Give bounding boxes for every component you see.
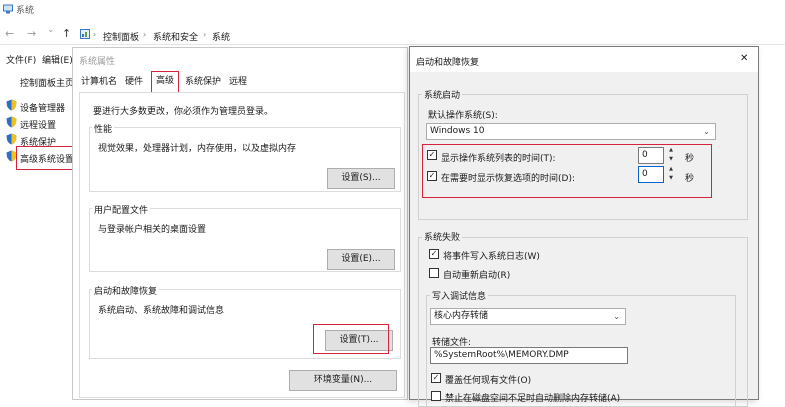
highlight-box bbox=[422, 144, 712, 198]
tab-remote[interactable]: 远程 bbox=[225, 73, 251, 93]
performance-legend: 性能 bbox=[92, 122, 115, 135]
performance-settings-button[interactable]: 设置(S)... bbox=[327, 168, 395, 189]
breadcrumb-separator-icon: › bbox=[203, 30, 207, 39]
window-title: 系统 bbox=[16, 6, 35, 16]
default-os-value: Windows 10 bbox=[430, 126, 485, 136]
overwrite-checkbox[interactable]: ✓ bbox=[431, 373, 441, 383]
debug-info-legend: 写入调试信息 bbox=[430, 289, 489, 302]
default-os-select[interactable]: Windows 10 ⌄ bbox=[426, 123, 716, 140]
chevron-down-icon: ⌄ bbox=[703, 127, 710, 136]
user-profiles-settings-button[interactable]: 设置(E)... bbox=[327, 249, 395, 270]
tab-system-protection[interactable]: 系统保护 bbox=[181, 73, 225, 93]
admin-note: 要进行大多数更改，你必须作为管理员登录。 bbox=[93, 107, 274, 117]
disable-auto-delete-label: 禁止在磁盘空间不足时自动删除内存转储(A) bbox=[445, 394, 621, 404]
sidebar-item-remote-settings[interactable]: 远程设置 bbox=[20, 118, 56, 131]
startup-recovery-desc: 系统启动、系统故障和调试信息 bbox=[98, 306, 225, 316]
highlight-box bbox=[16, 146, 76, 170]
shield-icon bbox=[6, 116, 17, 128]
tab-hardware[interactable]: 硬件 bbox=[119, 73, 149, 93]
chevron-down-icon: ⌄ bbox=[613, 312, 620, 321]
breadcrumb-system[interactable]: 系统 bbox=[212, 30, 230, 43]
default-os-label: 默认操作系统(S): bbox=[428, 111, 498, 121]
overwrite-label: 覆盖任何现有文件(O) bbox=[445, 376, 532, 386]
system-startup-legend: 系统启动 bbox=[422, 88, 463, 101]
auto-restart-checkbox[interactable] bbox=[429, 268, 439, 278]
user-profiles-desc: 与登录帐户相关的桌面设置 bbox=[98, 225, 207, 235]
system-properties-dialog: 系统属性 计算机名 硬件 高级 系统保护 远程 要进行大多数更改，你必须作为管理… bbox=[72, 47, 408, 400]
system-failure-legend: 系统失败 bbox=[422, 230, 463, 243]
menu-edit[interactable]: 编辑(E) bbox=[42, 53, 73, 66]
menu-file[interactable]: 文件(F) bbox=[6, 53, 36, 66]
recent-locations-dropdown[interactable]: ⌄ bbox=[47, 25, 55, 35]
breadcrumb-control-panel[interactable]: 控制面板 bbox=[103, 30, 139, 43]
dump-type-value: 核心内存转储 bbox=[434, 311, 489, 321]
shield-icon bbox=[6, 133, 17, 145]
dialog-title: 启动和故障恢复 bbox=[416, 58, 480, 68]
highlight-box bbox=[313, 324, 389, 354]
sidebar-home-link[interactable]: 控制面板主页 bbox=[20, 76, 74, 89]
back-button[interactable]: ← bbox=[5, 27, 14, 40]
dump-type-select[interactable]: 核心内存转储 ⌄ bbox=[430, 308, 626, 325]
tab-advanced[interactable]: 高级 bbox=[151, 71, 179, 93]
auto-restart-label: 自动重新启动(R) bbox=[443, 271, 511, 281]
tab-computer-name[interactable]: 计算机名 bbox=[79, 73, 119, 93]
breadcrumb-separator-icon: › bbox=[143, 30, 147, 39]
breadcrumb-system-security[interactable]: 系统和安全 bbox=[153, 30, 198, 43]
control-panel-icon bbox=[80, 29, 90, 39]
divider bbox=[0, 44, 785, 45]
startup-recovery-legend: 启动和故障恢复 bbox=[92, 284, 160, 297]
shield-icon bbox=[6, 99, 17, 111]
performance-desc: 视觉效果，处理器计划，内存使用，以及虚拟内存 bbox=[98, 144, 297, 154]
up-button[interactable]: ↑ bbox=[62, 27, 71, 40]
write-event-label: 将事件写入系统日志(W) bbox=[443, 252, 540, 262]
write-event-checkbox[interactable]: ✓ bbox=[429, 249, 439, 259]
close-icon[interactable]: ✕ bbox=[740, 53, 748, 64]
dialog-title: 系统属性 bbox=[79, 57, 116, 67]
sidebar-item-device-manager[interactable]: 设备管理器 bbox=[20, 101, 65, 114]
user-profiles-legend: 用户配置文件 bbox=[92, 203, 151, 216]
environment-variables-button[interactable]: 环境变量(N)... bbox=[289, 370, 397, 391]
dump-file-input[interactable]: %SystemRoot%\MEMORY.DMP bbox=[430, 347, 628, 364]
system-window-icon bbox=[3, 4, 13, 14]
startup-recovery-dialog: 启动和故障恢复 ✕ 系统启动 默认操作系统(S): Windows 10 ⌄ ✓… bbox=[409, 46, 759, 407]
breadcrumb-separator-icon: › bbox=[93, 30, 97, 39]
forward-button[interactable]: → bbox=[27, 27, 36, 40]
